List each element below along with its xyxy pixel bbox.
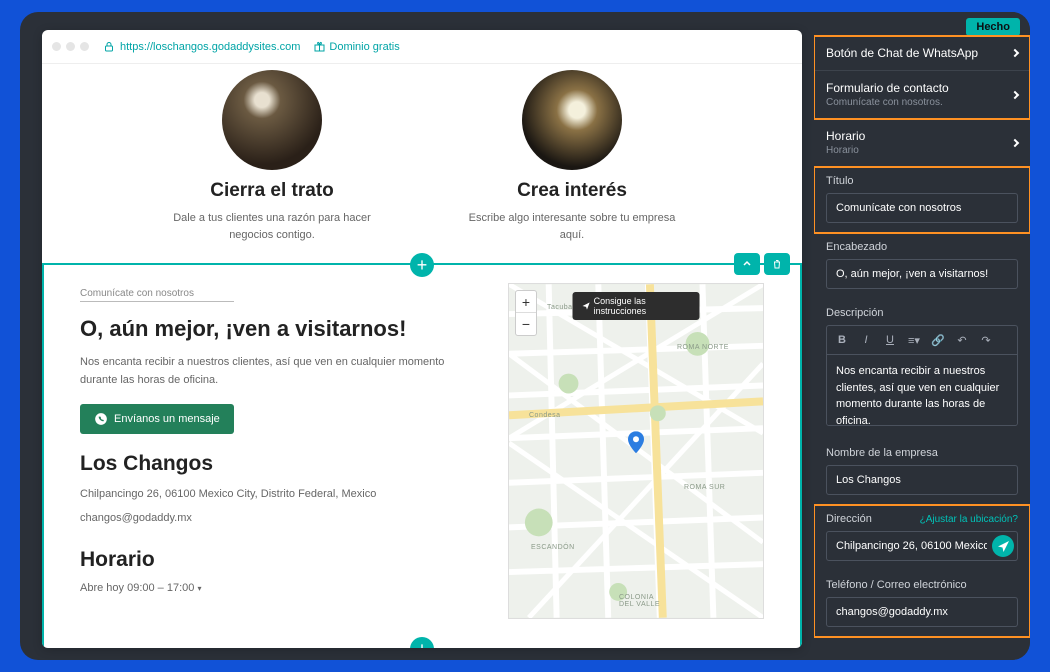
italic-button[interactable]: I (855, 330, 877, 350)
address-bar: https://loschangos.godaddysites.com (104, 41, 300, 53)
redo-button[interactable]: ↷ (975, 330, 997, 350)
section-collapse-button[interactable] (734, 253, 760, 275)
preview-browser: https://loschangos.godaddysites.com Domi… (42, 30, 802, 648)
phone-email-input[interactable] (826, 597, 1018, 627)
field-description: Descripción B I U ≡▾ 🔗 ↶ ↷ (814, 299, 1030, 439)
add-section-button[interactable]: + (410, 637, 434, 648)
chevron-right-icon (1011, 49, 1019, 57)
card-title: Cierra el trato (167, 180, 377, 202)
hours-line: Abre hoy 09:00 – 17:00 ▾ (80, 582, 478, 594)
zoom-out-button[interactable]: − (516, 313, 536, 335)
business-name-input[interactable] (826, 465, 1018, 495)
field-label: Nombre de la empresa (826, 447, 1018, 459)
panel-contact-form[interactable]: Formulario de contacto Comunícate con no… (814, 71, 1030, 119)
hours-heading: Horario (80, 548, 478, 572)
feature-card: Cierra el trato Dale a tus clientes una … (167, 70, 377, 243)
add-section-button[interactable]: + (410, 253, 434, 277)
bold-button[interactable]: B (831, 330, 853, 350)
field-title: Título (814, 167, 1030, 233)
adjust-location-link[interactable]: ¿Ajustar la ubicación? (920, 514, 1018, 525)
title-input[interactable] (826, 193, 1018, 223)
richtext-toolbar: B I U ≡▾ 🔗 ↶ ↷ (826, 325, 1018, 354)
business-address: Chilpancingo 26, 06100 Mexico City, Dist… (80, 488, 478, 500)
card-image (222, 70, 322, 170)
chevron-right-icon (1011, 90, 1019, 98)
panel-schedule[interactable]: Horario Horario (814, 119, 1030, 167)
card-title: Crea interés (467, 180, 677, 202)
section-subtitle: Comunícate con nosotros (80, 288, 234, 302)
whatsapp-button[interactable]: Envíanos un mensaje (80, 404, 234, 434)
link-button[interactable]: 🔗 (927, 330, 949, 350)
section-delete-button[interactable] (764, 253, 790, 275)
underline-button[interactable]: U (879, 330, 901, 350)
field-label: Dirección (826, 513, 872, 525)
card-text: Dale a tus clientes una razón para hacer… (167, 210, 377, 243)
field-label: Teléfono / Correo electrónico (826, 579, 1018, 591)
free-domain-link[interactable]: Dominio gratis (314, 41, 399, 53)
zoom-in-button[interactable]: + (516, 291, 536, 313)
field-header: Encabezado (814, 233, 1030, 299)
field-label: Descripción (826, 307, 1018, 319)
description-textarea[interactable] (826, 354, 1018, 426)
section-heading: O, aún mejor, ¡ven a visitarnos! (80, 316, 478, 342)
url-text: https://loschangos.godaddysites.com (120, 41, 300, 53)
locate-button[interactable] (992, 535, 1014, 557)
browser-bar: https://loschangos.godaddysites.com Domi… (42, 30, 802, 64)
section-description: Nos encanta recibir a nuestros clientes,… (80, 354, 478, 389)
whatsapp-icon (94, 412, 108, 426)
card-text: Escribe algo interesante sobre tu empres… (467, 210, 677, 243)
done-button[interactable]: Hecho (966, 18, 1020, 36)
list-button[interactable]: ≡▾ (903, 330, 925, 350)
field-address: Dirección ¿Ajustar la ubicación? (814, 505, 1030, 571)
map[interactable]: Tacubaya ROMA NORTE Condesa ROMA SUR ESC… (508, 283, 764, 619)
feature-card: Crea interés Escribe algo interesante so… (467, 70, 677, 243)
header-input[interactable] (826, 259, 1018, 289)
locate-icon (998, 541, 1009, 552)
directions-button[interactable]: Consigue las instrucciones (573, 292, 700, 320)
field-label: Título (826, 175, 1018, 187)
lock-icon (104, 42, 114, 52)
business-name: Los Changos (80, 452, 478, 476)
gift-icon (314, 41, 325, 52)
window-dot (80, 42, 89, 51)
card-image (522, 70, 622, 170)
editor-sidebar: Hecho Botón de Chat de WhatsApp Formular… (814, 12, 1030, 660)
contact-section[interactable]: + Comunícate con nosotros O, aún mejor, … (42, 263, 802, 648)
chevron-right-icon (1011, 138, 1019, 146)
field-phone-email: Teléfono / Correo electrónico (814, 571, 1030, 637)
field-label: Encabezado (826, 241, 1018, 253)
field-business-name: Nombre de la empresa (814, 439, 1030, 505)
window-dot (52, 42, 61, 51)
directions-icon (583, 302, 590, 310)
map-zoom-control: + − (515, 290, 537, 336)
map-pin-icon (628, 431, 644, 453)
window-dot (66, 42, 75, 51)
business-email: changos@godaddy.mx (80, 512, 478, 524)
address-input[interactable] (826, 531, 1018, 561)
panel-whatsapp[interactable]: Botón de Chat de WhatsApp (814, 36, 1030, 71)
undo-button[interactable]: ↶ (951, 330, 973, 350)
